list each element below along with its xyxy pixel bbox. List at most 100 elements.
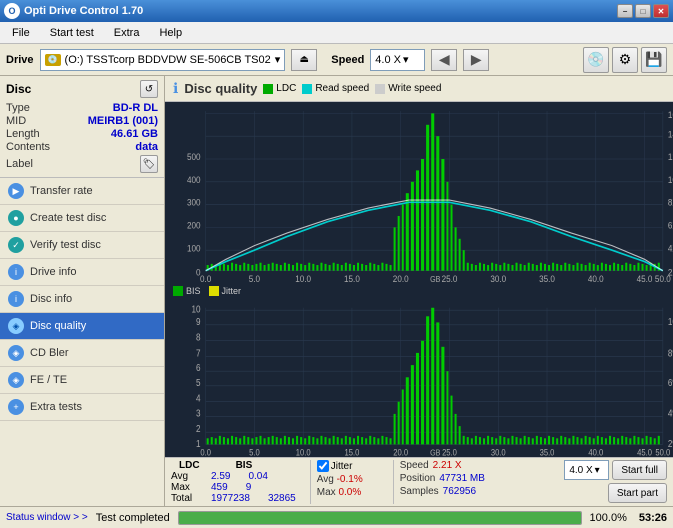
jitter-checkbox[interactable]: [317, 460, 329, 472]
svg-text:100: 100: [187, 243, 201, 254]
sidebar-item-fe-te[interactable]: ◈ FE / TE: [0, 367, 164, 394]
disc-label-label: Label: [6, 158, 33, 170]
start-full-button[interactable]: Start full: [612, 460, 667, 480]
menu-help[interactable]: Help: [151, 25, 190, 41]
sidebar-item-drive-info[interactable]: i Drive info: [0, 259, 164, 286]
fe-te-icon: ◈: [8, 372, 24, 388]
disc-contents-value: data: [135, 141, 158, 153]
disc-refresh-button[interactable]: ↺: [140, 80, 158, 98]
bottom-status-bar: Status window > > Test completed 100.0% …: [0, 506, 673, 528]
svg-text:8X: 8X: [668, 197, 673, 208]
total-ldc: 1977238: [203, 493, 258, 504]
svg-text:40.0: 40.0: [588, 447, 603, 457]
svg-text:5.0: 5.0: [249, 274, 260, 285]
charts-container: 0 100 200 300 400 500 2X 4X 6X 8X 10X 12…: [165, 102, 673, 457]
speed-combo-val: 4.0 X: [569, 465, 592, 476]
legend-ldc-color: [263, 84, 273, 94]
save-icon-button[interactable]: 💾: [641, 47, 667, 73]
sidebar-item-cd-bler[interactable]: ◈ CD Bler: [0, 340, 164, 367]
drive-label: Drive: [6, 54, 34, 66]
svg-text:10.0: 10.0: [295, 274, 311, 285]
legend-ldc-label: LDC: [276, 83, 296, 94]
menu-file[interactable]: File: [4, 25, 38, 41]
sidebar-item-transfer-rate[interactable]: ▶ Transfer rate: [0, 178, 164, 205]
speed-dropdown-icon: ▾: [403, 53, 409, 66]
speed-combo[interactable]: 4.0 X ▾: [564, 460, 609, 480]
avg-jitter-label: Avg: [317, 474, 334, 485]
legend-write-speed: Write speed: [375, 83, 441, 94]
minimize-button[interactable]: −: [617, 4, 633, 18]
sidebar-item-verify-test-disc[interactable]: ✓ Verify test disc: [0, 232, 164, 259]
sidebar-item-extra-tests[interactable]: + Extra tests: [0, 394, 164, 421]
svg-text:20.0: 20.0: [393, 274, 409, 285]
svg-text:8: 8: [196, 332, 201, 343]
max-ldc: 459: [203, 482, 236, 493]
stats-bar: LDC BIS Avg 2.59 0.04 Max 459 9 Total 19…: [165, 457, 673, 506]
max-jitter-label: Max: [317, 487, 336, 498]
total-bis: 32865: [260, 493, 304, 504]
sidebar-item-extra-tests-label: Extra tests: [30, 401, 82, 413]
svg-text:6: 6: [196, 363, 201, 374]
progress-bar-fill: [179, 512, 581, 524]
test-completed-label: Test completed: [96, 512, 170, 524]
drive-select[interactable]: 💿 (O:) TSSTcorp BDDVDW SE-506CB TS02 ▾: [40, 49, 286, 71]
disc-icon-button[interactable]: 💿: [583, 47, 609, 73]
svg-text:14X: 14X: [668, 129, 673, 140]
svg-text:2: 2: [196, 424, 201, 435]
legend-read-speed-color: [302, 84, 312, 94]
status-time: 53:26: [639, 512, 667, 524]
bis-chart-wrapper: 1 2 3 4 5 6 7 8 9 10 2% 4% 6% 8% 10%: [165, 298, 673, 457]
sidebar-item-create-test-disc[interactable]: ● Create test disc: [0, 205, 164, 232]
start-part-button[interactable]: Start part: [608, 483, 667, 503]
sidebar-item-drive-info-label: Drive info: [30, 266, 76, 278]
speed-back-button[interactable]: ◀: [431, 49, 457, 71]
svg-text:5.0: 5.0: [249, 447, 260, 457]
position-row: Position 47731 MB: [400, 473, 490, 484]
speed-forward-button[interactable]: ▶: [463, 49, 489, 71]
chart-header-icon: ℹ: [173, 80, 178, 97]
disc-info-icon: i: [8, 291, 24, 307]
svg-text:16X: 16X: [668, 110, 673, 121]
bis-header: BIS: [228, 460, 261, 471]
disc-label-icon-button[interactable]: 🏷: [140, 155, 158, 173]
sidebar-item-disc-quality[interactable]: ◈ Disc quality: [0, 313, 164, 340]
eject-button[interactable]: ⏏: [291, 49, 317, 71]
maximize-button[interactable]: □: [635, 4, 651, 18]
samples-val: 762956: [443, 486, 476, 497]
avg-jitter-val: -0.1%: [337, 474, 363, 485]
drive-dropdown-icon: ▾: [275, 53, 281, 66]
title-bar: O Opti Drive Control 1.70 − □ ✕: [0, 0, 673, 22]
svg-text:45.0: 45.0: [637, 447, 652, 457]
disc-panel: Disc ↺ Type BD-R DL MID MEIRB1 (001) Len…: [0, 76, 164, 178]
chart-title: Disc quality: [184, 81, 257, 96]
transfer-rate-icon: ▶: [8, 183, 24, 199]
svg-text:15.0: 15.0: [344, 274, 360, 285]
svg-text:4%: 4%: [668, 408, 673, 419]
svg-text:45.0: 45.0: [637, 274, 653, 285]
total-label: Total: [171, 493, 201, 504]
sidebar-item-disc-quality-label: Disc quality: [30, 320, 86, 332]
svg-text:4X: 4X: [668, 243, 673, 254]
position-label: Position: [400, 473, 436, 484]
menu-start-test[interactable]: Start test: [42, 25, 102, 41]
drive-value: (O:) TSSTcorp BDDVDW SE-506CB TS02: [65, 54, 271, 66]
svg-text:10.0: 10.0: [296, 447, 311, 457]
sidebar-item-disc-info[interactable]: i Disc info: [0, 286, 164, 313]
bis-legend-label: BIS: [186, 286, 201, 296]
menu-extra[interactable]: Extra: [106, 25, 148, 41]
speed-select[interactable]: 4.0 X ▾: [370, 49, 425, 71]
avg-label: Avg: [171, 471, 201, 482]
legend-read-speed: Read speed: [302, 83, 369, 94]
settings-icon-button[interactable]: ⚙: [612, 47, 638, 73]
samples-label: Samples: [400, 486, 439, 497]
svg-text:6X: 6X: [668, 220, 673, 231]
svg-text:8%: 8%: [668, 348, 673, 359]
svg-text:200: 200: [187, 220, 201, 231]
sidebar-item-disc-info-label: Disc info: [30, 293, 72, 305]
status-window-button[interactable]: Status window > >: [6, 512, 88, 523]
svg-text:9: 9: [196, 317, 201, 328]
svg-text:5: 5: [196, 378, 201, 389]
close-button[interactable]: ✕: [653, 4, 669, 18]
cd-bler-icon: ◈: [8, 345, 24, 361]
chart-header: ℹ Disc quality LDC Read speed Write spee…: [165, 76, 673, 102]
